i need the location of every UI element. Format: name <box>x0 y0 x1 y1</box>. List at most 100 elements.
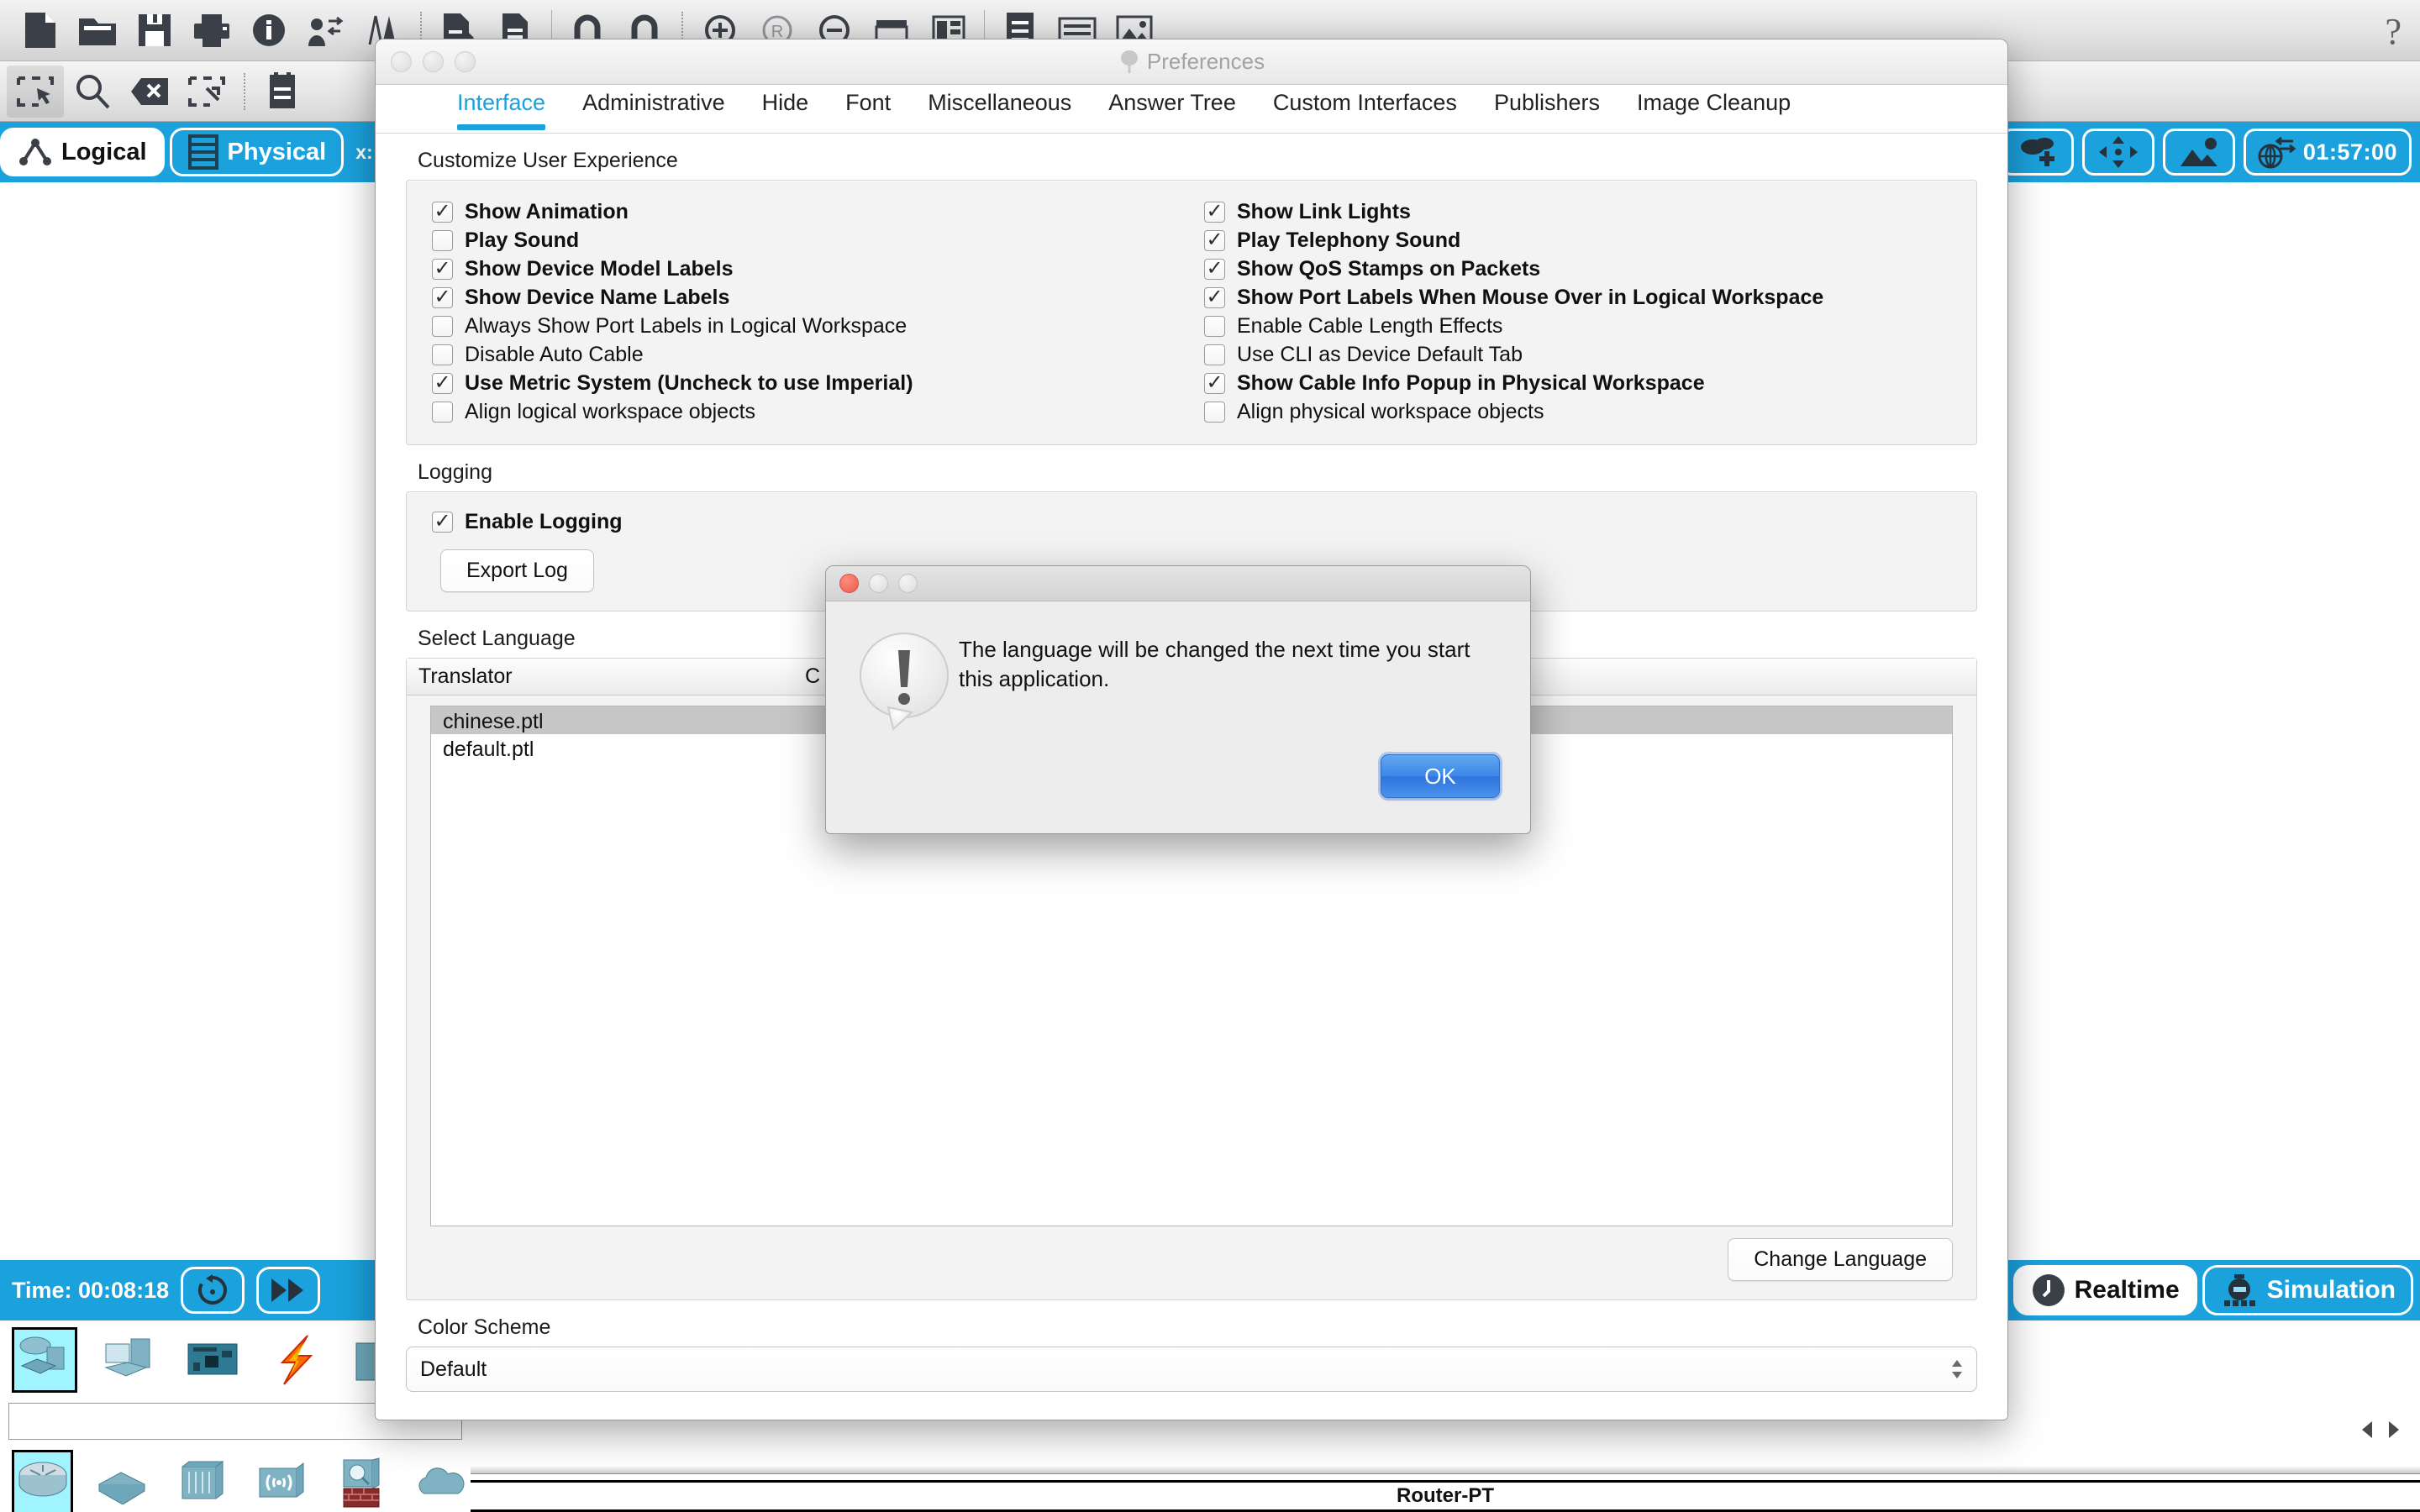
checkbox-label: Use Metric System (Uncheck to use Imperi… <box>465 371 913 396</box>
checkbox-row[interactable]: ✓ Show QoS Stamps on Packets <box>1204 255 1976 283</box>
checkbox-row[interactable]: ✓ Show Device Model Labels <box>432 255 1204 283</box>
inspect-icon[interactable] <box>64 66 121 118</box>
checkbox-show-device-model-labels[interactable]: ✓ <box>432 259 453 280</box>
checkbox-row[interactable]: ✓ Enable Logging <box>432 507 1976 536</box>
print-icon[interactable] <box>183 4 240 56</box>
checkbox-show-link-lights[interactable]: ✓ <box>1204 202 1225 223</box>
checkbox-play-sound[interactable] <box>432 230 453 251</box>
connections-icon[interactable] <box>264 1327 329 1393</box>
clipboard-icon[interactable] <box>254 66 311 118</box>
checkbox-row[interactable]: Align physical workspace objects <box>1204 397 1976 426</box>
tab-miscellaneous-label: Miscellaneous <box>928 90 1071 116</box>
checkbox-enable-logging[interactable]: ✓ <box>432 512 453 533</box>
hub-icon[interactable] <box>171 1450 233 1512</box>
tab-custom-interfaces[interactable]: Custom Interfaces <box>1255 85 1476 130</box>
reset-simulation-icon[interactable] <box>181 1267 245 1314</box>
checkbox-row[interactable]: ✓ Show Cable Info Popup in Physical Work… <box>1204 369 1976 397</box>
dialog-ok-button[interactable]: OK <box>1381 754 1500 798</box>
checkbox-label: Show Animation <box>465 200 629 224</box>
checkbox-show-cable-info-popup[interactable]: ✓ <box>1204 373 1225 394</box>
dialog-titlebar[interactable] <box>826 566 1530 601</box>
tab-font-label: Font <box>845 90 891 116</box>
palette-pager <box>2360 1420 2402 1440</box>
color-scheme-select[interactable]: Default <box>406 1347 1977 1392</box>
move-object-icon[interactable] <box>2082 129 2154 176</box>
tab-hide[interactable]: Hide <box>744 85 828 130</box>
security-icon[interactable] <box>330 1450 392 1512</box>
checkbox-enable-cable-length-effects[interactable] <box>1204 316 1225 337</box>
checkbox-row[interactable]: Disable Auto Cable <box>432 340 1204 369</box>
checkbox-show-qos-stamps[interactable]: ✓ <box>1204 259 1225 280</box>
workspace-bottom-divider <box>471 1466 2420 1474</box>
tab-answer-tree[interactable]: Answer Tree <box>1090 85 1255 130</box>
globe-clock-icon[interactable]: 01:57:00 <box>2244 129 2412 176</box>
place-note-icon[interactable] <box>2163 129 2235 176</box>
change-language-button[interactable]: Change Language <box>1728 1238 1953 1281</box>
checkbox-row[interactable]: Enable Cable Length Effects <box>1204 312 1976 340</box>
next-arrow-icon[interactable] <box>2386 1420 2402 1440</box>
checkbox-row[interactable]: Use CLI as Device Default Tab <box>1204 340 1976 369</box>
switch-icon[interactable] <box>92 1450 153 1512</box>
network-devices-icon[interactable] <box>12 1327 77 1393</box>
fast-forward-icon[interactable] <box>256 1267 320 1314</box>
tab-custom-interfaces-label: Custom Interfaces <box>1273 90 1457 116</box>
help-question-icon[interactable]: ? <box>2385 10 2402 53</box>
select-icon[interactable] <box>7 66 64 118</box>
checkbox-use-cli-default-tab[interactable] <box>1204 344 1225 365</box>
checkbox-align-logical-workspace-objects[interactable] <box>432 402 453 423</box>
checkbox-row[interactable]: ✓ Play Telephony Sound <box>1204 226 1976 255</box>
tab-administrative[interactable]: Administrative <box>564 85 744 130</box>
delete-icon[interactable] <box>121 66 178 118</box>
activity-wizard-icon[interactable] <box>297 4 355 56</box>
checkbox-disable-auto-cable[interactable] <box>432 344 453 365</box>
export-log-button[interactable]: Export Log <box>440 549 594 592</box>
save-icon[interactable] <box>126 4 183 56</box>
checkbox-use-metric-system[interactable]: ✓ <box>432 373 453 394</box>
checkbox-show-port-labels-mouse-over[interactable]: ✓ <box>1204 287 1225 308</box>
checkbox-always-show-port-labels[interactable] <box>432 316 453 337</box>
simulation-mode-button[interactable]: Simulation <box>2202 1265 2413 1315</box>
checkbox-show-device-name-labels[interactable]: ✓ <box>432 287 453 308</box>
mode-tab-logical[interactable]: Logical <box>0 128 165 176</box>
checkbox-label: Show Device Model Labels <box>465 257 734 281</box>
dialog-minimize-button[interactable] <box>869 574 888 593</box>
checkbox-row[interactable]: ✓ Show Device Name Labels <box>432 283 1204 312</box>
end-devices-icon[interactable] <box>96 1327 161 1393</box>
resize-shape-icon[interactable] <box>178 66 235 118</box>
preferences-titlebar[interactable]: Preferences <box>376 39 2007 85</box>
cluster-add-icon[interactable] <box>2000 129 2074 176</box>
checkbox-row[interactable]: Play Sound <box>432 226 1204 255</box>
components-icon[interactable] <box>180 1327 245 1393</box>
tab-interface[interactable]: Interface <box>439 85 564 130</box>
checkbox-row[interactable]: ✓ Show Link Lights <box>1204 197 1976 226</box>
checkbox-align-physical-workspace-objects[interactable] <box>1204 402 1225 423</box>
tab-miscellaneous[interactable]: Miscellaneous <box>909 85 1090 130</box>
checkbox-row[interactable]: Always Show Port Labels in Logical Works… <box>432 312 1204 340</box>
wireless-icon[interactable] <box>250 1450 312 1512</box>
checkbox-show-animation[interactable]: ✓ <box>432 202 453 223</box>
tab-font[interactable]: Font <box>827 85 909 130</box>
checkbox-row[interactable]: ✓ Use Metric System (Uncheck to use Impe… <box>432 369 1204 397</box>
simulation-time-controls: Time: 00:08:18 <box>12 1267 320 1314</box>
dialog-maximize-button[interactable] <box>898 574 918 593</box>
checkbox-label: Disable Auto Cable <box>465 343 644 367</box>
dialog-close-button[interactable] <box>839 574 859 593</box>
checkbox-label: Enable Logging <box>465 510 623 534</box>
realtime-mode-button[interactable]: Realtime <box>2013 1265 2197 1315</box>
prev-arrow-icon[interactable] <box>2360 1420 2375 1440</box>
router-icon[interactable] <box>12 1450 73 1512</box>
checkbox-row[interactable]: ✓ Show Port Labels When Mouse Over in Lo… <box>1204 283 1976 312</box>
checkbox-row[interactable]: ✓ Show Animation <box>432 197 1204 226</box>
tab-publishers[interactable]: Publishers <box>1476 85 1618 130</box>
checkbox-play-telephony-sound[interactable]: ✓ <box>1204 230 1225 251</box>
wan-cloud-icon[interactable] <box>409 1450 471 1512</box>
open-folder-icon[interactable] <box>69 4 126 56</box>
tab-image-cleanup[interactable]: Image Cleanup <box>1618 85 1809 130</box>
mode-tab-physical[interactable]: Physical <box>170 128 345 176</box>
customize-section-title: Customize User Experience <box>406 134 1977 180</box>
new-file-icon[interactable] <box>12 4 69 56</box>
checkbox-row[interactable]: Align logical workspace objects <box>432 397 1204 426</box>
info-icon[interactable] <box>240 4 297 56</box>
customize-panel: ✓ Show Animation Play Sound ✓ Show Devic… <box>406 180 1977 445</box>
chevron-updown-icon[interactable] <box>1949 1358 1965 1380</box>
